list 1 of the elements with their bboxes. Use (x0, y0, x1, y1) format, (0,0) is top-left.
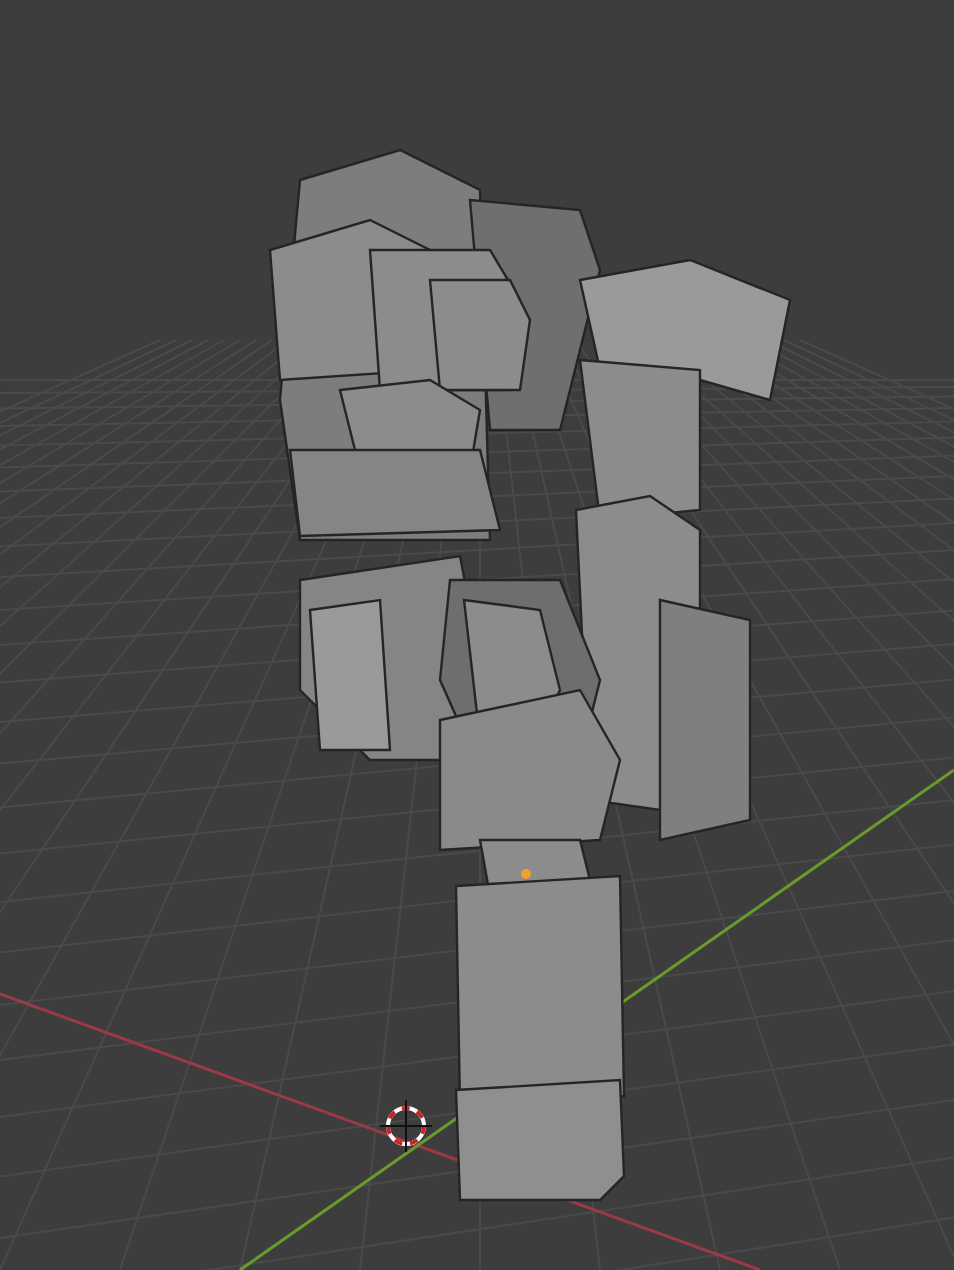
3d-cursor-icon[interactable] (379, 1099, 433, 1153)
